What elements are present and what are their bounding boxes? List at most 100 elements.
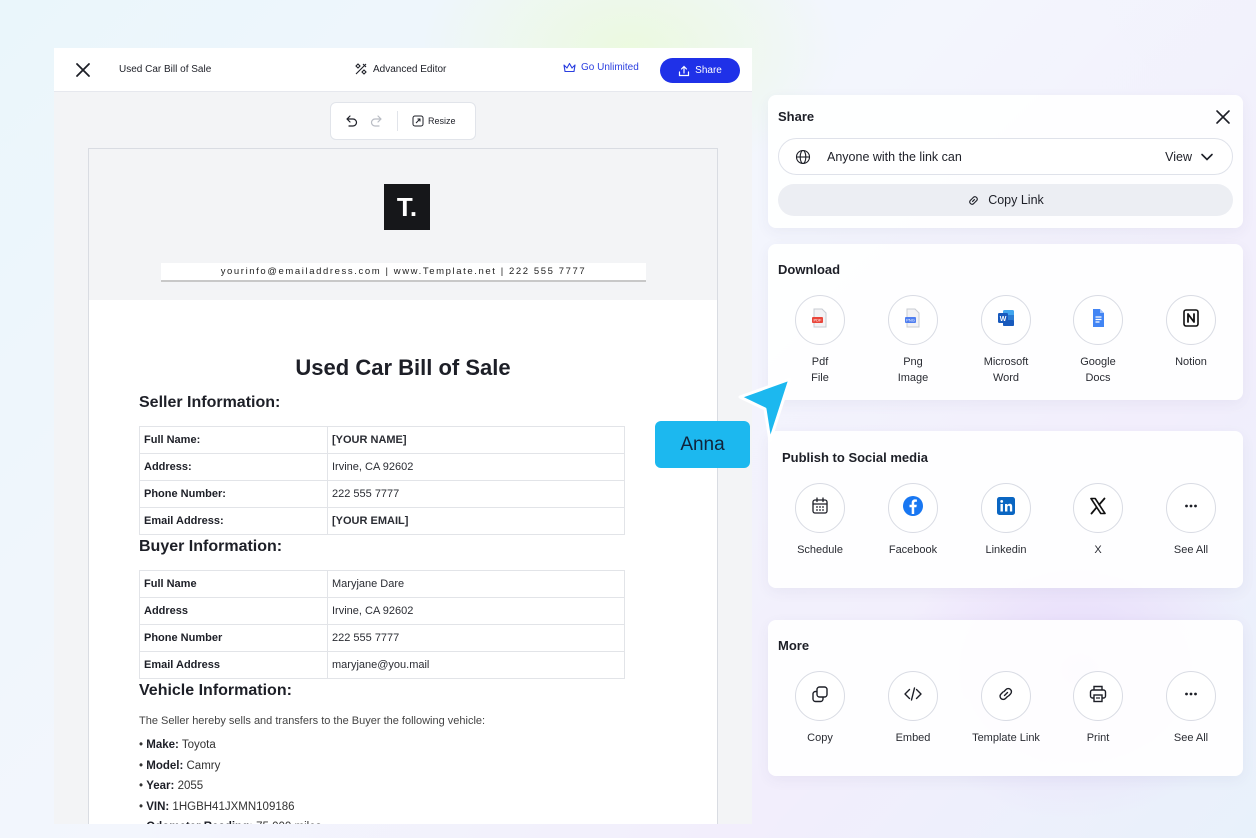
editor-topbar: Used Car Bill of Sale Advanced Editor Go… [54, 48, 752, 92]
option-pdf-file[interactable]: PDF Pdf File [775, 295, 865, 386]
option-print[interactable]: Print [1053, 671, 1143, 746]
option-label: Facebook [888, 544, 938, 556]
table-row: Address Irvine, CA 92602 [139, 597, 625, 625]
option-label-line: Google [1080, 356, 1116, 368]
editor-window: Used Car Bill of Sale Advanced Editor Go… [54, 48, 752, 824]
copy-link-button[interactable]: Copy Link [778, 184, 1233, 216]
contact-bar: yourinfo@emailaddress.com | www.Template… [161, 263, 646, 282]
option-template-link[interactable]: Template Link [961, 671, 1051, 746]
field-value[interactable]: [YOUR EMAIL] [327, 507, 625, 535]
field-value[interactable]: Maryjane Dare [327, 570, 625, 598]
option-button[interactable]: PNG [888, 295, 938, 345]
field-label: VIN: [146, 800, 170, 813]
option-label: Copy [807, 732, 833, 744]
option-facebook[interactable]: Facebook [868, 483, 958, 558]
option-notion[interactable]: Notion [1146, 295, 1236, 370]
field-label: Address [139, 597, 328, 625]
more-dots-icon [1180, 683, 1202, 710]
option-button[interactable]: PDF [795, 295, 845, 345]
close-icon[interactable] [1215, 109, 1231, 125]
option-button[interactable] [981, 483, 1031, 533]
edit-toolbar: Resize [330, 102, 476, 140]
field-value[interactable]: Irvine, CA 92602 [327, 453, 625, 481]
share-button[interactable]: Share [660, 58, 740, 83]
option-button[interactable] [1073, 483, 1123, 533]
document-page[interactable]: T. yourinfo@emailaddress.com | www.Templ… [88, 148, 718, 824]
link-icon [995, 683, 1017, 710]
list-item: • Model: Camry [139, 756, 321, 777]
option-embed[interactable]: Embed [868, 671, 958, 746]
option-label-line: Docs [1085, 372, 1111, 384]
option-button[interactable] [1073, 295, 1123, 345]
go-unlimited-button[interactable]: Go Unlimited [563, 62, 639, 73]
field-label: Full Name: [139, 426, 328, 454]
option-linkedin[interactable]: Linkedin [961, 483, 1051, 558]
more-options: Copy Embed Template Link Print See All [768, 671, 1243, 771]
table-row: Phone Number: 222 555 7777 [139, 480, 625, 508]
option-button[interactable] [795, 483, 845, 533]
option-see-all[interactable]: See All [1146, 483, 1236, 558]
svg-text:W: W [1000, 315, 1007, 322]
download-options: PDF Pdf File PNG Png Image W Microsoft Word Googl… [768, 295, 1243, 395]
svg-text:PDF: PDF [814, 317, 823, 322]
table-row: Email Address maryjane@you.mail [139, 651, 625, 679]
option-button[interactable] [1166, 483, 1216, 533]
option-png-image[interactable]: PNG Png Image [868, 295, 958, 386]
option-label: X [1094, 544, 1102, 556]
option-x[interactable]: X [1053, 483, 1143, 558]
option-label-line: Pdf [811, 356, 829, 368]
option-button[interactable]: W [981, 295, 1031, 345]
option-microsoft-word[interactable]: W Microsoft Word [961, 295, 1051, 386]
option-label: Png Image [868, 354, 958, 386]
option-label: Embed [895, 732, 931, 744]
option-label: See All [1173, 732, 1209, 744]
document-title: Used Car Bill of Sale [119, 64, 212, 75]
option-google-docs[interactable]: Google Docs [1053, 295, 1143, 386]
option-button[interactable] [795, 671, 845, 721]
field-value: 2055 [174, 780, 204, 792]
close-icon[interactable] [74, 61, 92, 79]
option-button[interactable] [888, 671, 938, 721]
list-item: • Odometer Reading: 75,000 miles [139, 817, 321, 824]
redo-icon[interactable] [369, 113, 385, 129]
table-row: Phone Number 222 555 7777 [139, 624, 625, 652]
advanced-editor-button[interactable]: Advanced Editor [354, 62, 446, 76]
field-value[interactable]: maryjane@you.mail [327, 651, 625, 679]
seller-heading: Seller Information: [139, 394, 281, 411]
field-label: Odometer Reading: [146, 821, 253, 824]
field-value[interactable]: Irvine, CA 92602 [327, 597, 625, 625]
option-button[interactable] [888, 483, 938, 533]
share-panel: Share Anyone with the link can View Copy… [768, 95, 1243, 228]
option-button[interactable] [1166, 295, 1216, 345]
option-button[interactable] [1166, 671, 1216, 721]
field-label: Phone Number [139, 624, 328, 652]
png-image-icon: PNG [902, 307, 924, 334]
option-label-line: Png [903, 356, 923, 368]
link-access-text: Anyone with the link can [827, 149, 962, 164]
chevron-down-icon [1201, 153, 1213, 161]
resize-button[interactable]: Resize [412, 115, 456, 127]
crown-icon [563, 62, 576, 73]
link-access-dropdown[interactable]: Anyone with the link can View [778, 138, 1233, 175]
option-copy[interactable]: Copy [775, 671, 865, 746]
vehicle-heading: Vehicle Information: [139, 682, 292, 699]
social-options: Schedule Facebook Linkedin X See All [768, 483, 1243, 583]
document-heading: Used Car Bill of Sale [295, 355, 511, 380]
option-see-all[interactable]: See All [1146, 671, 1236, 746]
field-value[interactable]: 222 555 7777 [327, 624, 625, 652]
option-label: Print [1086, 732, 1110, 744]
download-panel: Download PDF Pdf File PNG Png Image W Microsoft… [768, 244, 1243, 400]
option-button[interactable] [1073, 671, 1123, 721]
field-value[interactable]: [YOUR NAME] [327, 426, 625, 454]
option-schedule[interactable]: Schedule [775, 483, 865, 558]
field-value[interactable]: 222 555 7777 [327, 480, 625, 508]
option-label: Google Docs [1053, 354, 1143, 386]
option-label: Schedule [797, 544, 843, 556]
collaborator-name-tag: Anna [655, 421, 750, 468]
option-button[interactable] [981, 671, 1031, 721]
field-value: 75,000 miles [253, 821, 321, 824]
download-title: Download [778, 262, 841, 277]
undo-icon[interactable] [343, 113, 359, 129]
share-title: Share [778, 109, 815, 124]
option-label-line: Microsoft [983, 356, 1029, 368]
